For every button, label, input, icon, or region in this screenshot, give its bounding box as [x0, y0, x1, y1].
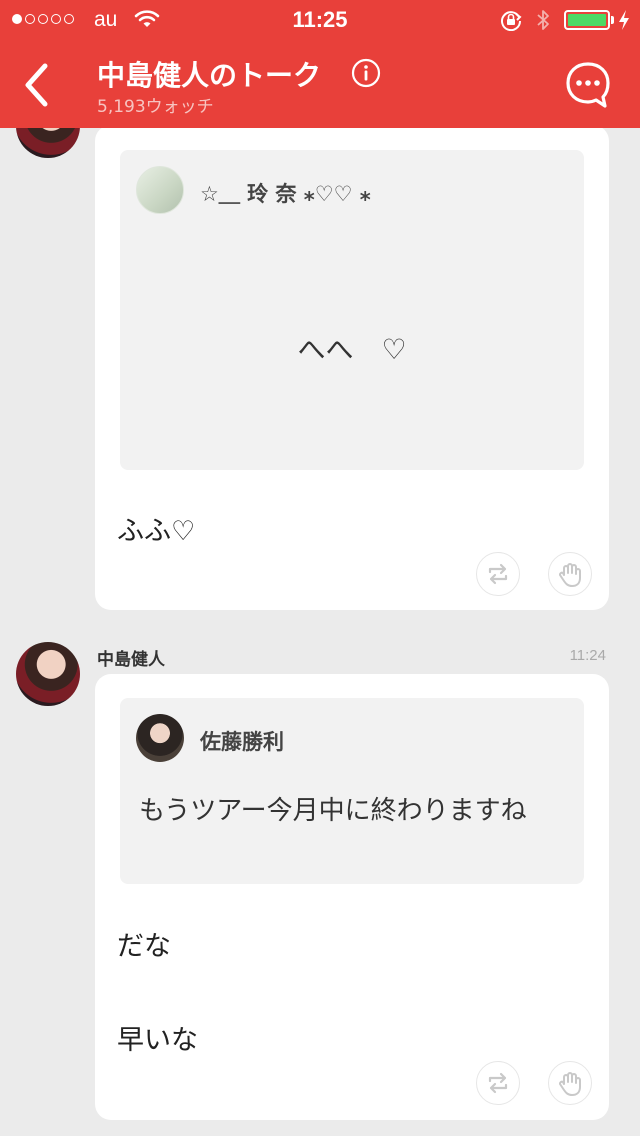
bluetooth-icon [537, 10, 549, 30]
message-text: ふふ♡ [117, 516, 196, 547]
info-icon[interactable] [351, 58, 381, 88]
message-bubble: ☆＿ 玲 奈 ⁎♡♡ ⁎ へへ ♡ ふふ♡ [95, 125, 609, 610]
message-timestamp: 11:24 [569, 647, 606, 664]
repost-button[interactable] [476, 552, 520, 596]
quoted-text: もうツアー今月中に終わりますね [139, 796, 527, 826]
quoted-author-name: 佐藤勝利 [200, 730, 284, 754]
quoted-post[interactable]: 佐藤勝利 もうツアー今月中に終わりますね [120, 698, 584, 884]
page-title: 中島健人のトーク [97, 59, 322, 92]
retweet-icon [488, 563, 508, 585]
repost-button[interactable] [476, 1061, 520, 1105]
watch-count: 5,193ウォッチ [97, 97, 214, 117]
status-bar: au 11:25 [0, 0, 640, 40]
message-text: 早いな [117, 1025, 198, 1056]
quoted-author-name: ☆＿ 玲 奈 ⁎♡♡ ⁎ [200, 182, 371, 206]
nav-header: au 11:25 中島健人のトーク 5,193ウォッチ [0, 0, 640, 128]
back-chevron-icon[interactable] [20, 60, 56, 110]
hand-icon [559, 1072, 581, 1096]
sender-name: 中島健人 [97, 650, 165, 670]
quoted-author-avatar [136, 714, 184, 762]
reaction-button[interactable] [548, 1061, 592, 1105]
charging-icon [619, 10, 629, 30]
quoted-post[interactable]: ☆＿ 玲 奈 ⁎♡♡ ⁎ へへ ♡ [120, 150, 584, 470]
sender-avatar[interactable] [16, 642, 80, 706]
retweet-icon [488, 1072, 508, 1094]
message-bubble: 佐藤勝利 もうツアー今月中に終わりますね だな 早いな [95, 674, 609, 1120]
chat-bubble-icon[interactable] [565, 61, 611, 109]
battery-nub [611, 16, 614, 24]
rotation-lock-icon [501, 11, 522, 31]
quoted-author-avatar [136, 166, 184, 214]
reaction-button[interactable] [548, 552, 592, 596]
hand-icon [559, 563, 581, 587]
battery-icon [564, 10, 610, 30]
quoted-text: へへ ♡ [297, 333, 407, 366]
message-text: だな [117, 931, 171, 962]
